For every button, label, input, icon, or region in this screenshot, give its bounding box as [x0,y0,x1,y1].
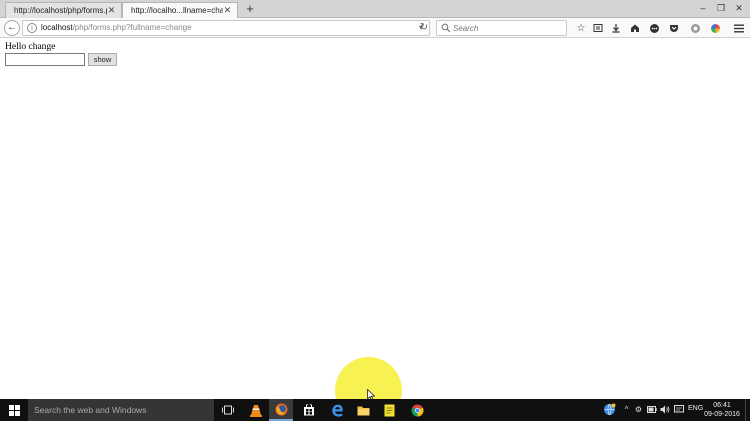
system-clock[interactable]: 06:41 09-09-2016 [702,401,742,419]
menu-icon[interactable] [732,21,746,35]
color-picker-icon[interactable] [708,21,722,35]
greeting-text: Hello change [5,42,56,52]
volume-icon[interactable] [659,404,670,415]
url-host: localhost [41,23,73,32]
clock-date: 09-09-2016 [704,411,740,418]
reading-list-icon[interactable] [591,21,605,35]
restore-icon[interactable]: ❐ [712,1,730,15]
windows-logo-icon [8,404,20,416]
show-desktop-button[interactable] [745,399,750,421]
fullname-input[interactable] [5,53,85,66]
firefox-icon[interactable] [269,399,293,421]
minimize-icon[interactable]: – [694,1,712,15]
info-icon[interactable]: i [27,23,37,33]
clock-time: 06:41 [713,402,731,409]
chevron-up-icon[interactable]: ^ [621,404,632,415]
file-explorer-icon[interactable] [351,399,375,421]
window-close-icon[interactable]: ✕ [730,1,748,15]
taskbar-search-box[interactable]: Search the web and Windows [28,399,214,421]
start-button[interactable] [0,399,28,421]
extension-icon[interactable] [688,21,702,35]
tab-fullname-change[interactable]: http://localho...llname=change ✕ [122,2,238,18]
search-bar[interactable] [436,20,567,36]
page-content: Hello change show [0,39,750,399]
tab-label: http://localhost/php/forms.php [14,6,107,15]
settings-icon[interactable]: ⚙ [633,404,644,415]
store-icon[interactable] [297,399,321,421]
url-path: /php/forms.php?fullname=change [72,23,192,32]
taskbar-search-placeholder: Search the web and Windows [34,405,147,415]
reload-icon[interactable]: ↻ [418,20,430,36]
language-indicator[interactable]: ENG [688,405,703,412]
notifications-icon[interactable] [673,404,684,415]
edge-icon[interactable] [325,399,349,421]
navigation-bar: ← i localhost/php/forms.php?fullname=cha… [0,18,750,38]
back-button[interactable]: ← [4,20,20,36]
bookmark-star-icon[interactable]: ☆ [574,21,588,35]
pocket-icon[interactable] [667,21,681,35]
close-icon[interactable]: ✕ [107,6,116,15]
sticky-notes-icon[interactable] [377,399,401,421]
url-text[interactable]: localhost/php/forms.php?fullname=change [41,23,192,32]
battery-icon[interactable] [646,404,657,415]
update-globe-icon[interactable] [603,403,616,416]
download-icon[interactable] [609,21,623,35]
tab-forms[interactable]: http://localhost/php/forms.php ✕ [5,2,122,18]
url-bar[interactable]: i localhost/php/forms.php?fullname=chang… [22,20,430,36]
chrome-icon[interactable] [405,399,429,421]
task-view-icon[interactable] [216,399,240,421]
close-icon[interactable]: ✕ [223,6,232,15]
tab-label: http://localho...llname=change [131,6,223,15]
new-tab-button[interactable]: + [243,2,257,16]
search-icon [441,23,451,33]
vlc-icon[interactable] [244,399,268,421]
show-button[interactable]: show [88,53,117,66]
search-input[interactable] [453,22,563,34]
tab-strip: http://localhost/php/forms.php ✕ http://… [0,0,750,18]
home-icon[interactable] [628,21,642,35]
chat-icon[interactable] [647,21,661,35]
windows-taskbar: Search the web and Windows ^ ⚙ ENG 06:41… [0,399,750,421]
